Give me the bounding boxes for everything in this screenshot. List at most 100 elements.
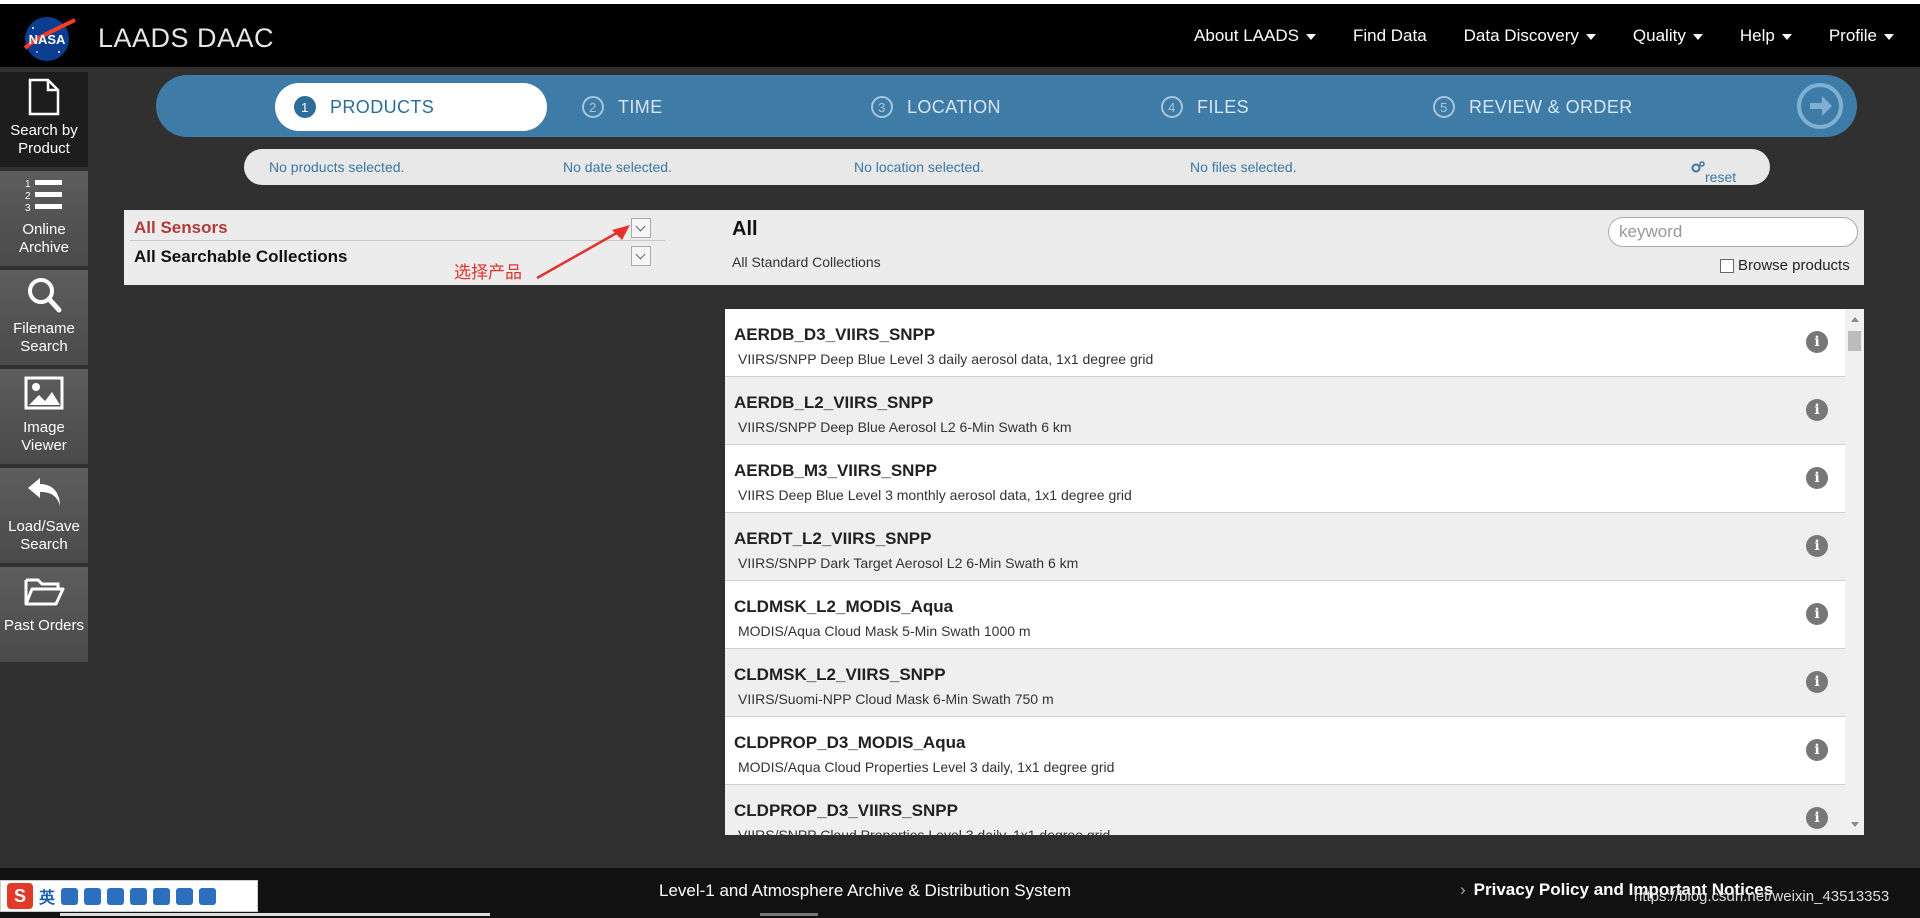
sidebar-item-search-by-product[interactable]: Search by Product (0, 72, 88, 167)
scroll-down-icon[interactable] (1851, 822, 1859, 827)
sidebar-item-image-viewer[interactable]: Image Viewer (0, 369, 88, 464)
watermark-text: https://blog.csdn.net/weixin_43513353 (1634, 888, 1890, 905)
shirt-icon[interactable] (176, 887, 194, 905)
collection-select[interactable]: All Searchable Collections (134, 247, 348, 267)
step-time[interactable]: 2 TIME (582, 83, 663, 131)
nav-quality[interactable]: Quality (1633, 26, 1703, 46)
search-icon (28, 278, 62, 313)
keyword-input[interactable] (1608, 217, 1858, 247)
wizard-steps: 1 PRODUCTS 2 TIME 3 LOCATION 4 FILES 5 R… (156, 75, 1857, 137)
punctuation-icon[interactable] (61, 887, 79, 905)
nav-about-laads[interactable]: About LAADS (1194, 26, 1316, 46)
sogou-logo-icon[interactable]: S (7, 883, 33, 909)
scroll-thumb[interactable] (1848, 331, 1861, 351)
product-name: CLDPROP_D3_MODIS_Aqua (734, 733, 966, 752)
emoji-icon[interactable] (84, 887, 102, 905)
product-row[interactable]: CLDMSK_L2_MODIS_Aqua MODIS/Aqua Cloud Ma… (725, 581, 1845, 649)
left-sidebar: Search by Product 123 Online Archive Fil… (0, 72, 88, 666)
info-icon[interactable]: i (1806, 399, 1828, 421)
sidebar-item-label: Image Viewer (21, 419, 67, 454)
nav-data-discovery[interactable]: Data Discovery (1464, 26, 1596, 46)
product-name: AERDT_L2_VIIRS_SNPP (734, 529, 932, 548)
step-review-order[interactable]: 5 REVIEW & ORDER (1433, 83, 1633, 131)
collection-subtitle: All Standard Collections (732, 254, 881, 270)
caret-down-icon (1305, 33, 1316, 40)
sidebar-item-past-orders[interactable]: Past Orders (0, 567, 88, 662)
sidebar-item-online-archive[interactable]: 123 Online Archive (0, 171, 88, 266)
product-name: AERDB_L2_VIIRS_SNPP (734, 393, 934, 412)
ime-toolbar: S 英 (0, 880, 258, 912)
sidebar-item-label: Filename Search (13, 320, 75, 355)
browse-products-toggle[interactable]: Browse products (1720, 257, 1850, 274)
product-name: AERDB_M3_VIIRS_SNPP (734, 461, 938, 480)
nav-profile[interactable]: Profile (1829, 26, 1894, 46)
product-description: VIIRS Deep Blue Level 3 monthly aerosol … (738, 487, 1132, 503)
product-row[interactable]: AERDB_L2_VIIRS_SNPP VIIRS/SNPP Deep Blue… (725, 377, 1845, 445)
product-list: AERDB_D3_VIIRS_SNPP VIIRS/SNPP Deep Blue… (725, 309, 1845, 835)
product-list-scrollbar[interactable] (1845, 309, 1864, 835)
arrow-right-icon (1810, 96, 1832, 116)
numbered-list-icon: 123 (25, 179, 62, 214)
product-row[interactable]: AERDT_L2_VIIRS_SNPP VIIRS/SNPP Dark Targ… (725, 513, 1845, 581)
keyboard-icon[interactable] (130, 887, 148, 905)
main-menu: About LAADS Find Data Data Discovery Qua… (1157, 26, 1894, 46)
caret-down-icon (1585, 33, 1596, 40)
microphone-icon[interactable] (107, 887, 125, 905)
info-icon[interactable]: i (1806, 603, 1828, 625)
brand-title[interactable]: LAADS DAAC (98, 23, 274, 54)
gears-icon (1691, 161, 1705, 173)
step-number: 3 (871, 96, 893, 118)
product-description: VIIRS/SNPP Dark Target Aerosol L2 6-Min … (738, 555, 1079, 571)
step-label: REVIEW & ORDER (1469, 96, 1633, 117)
selection-summary: No products selected. No date selected. … (244, 149, 1770, 185)
product-description: VIIRS/SNPP Deep Blue Aerosol L2 6-Min Sw… (738, 419, 1072, 435)
step-location[interactable]: 3 LOCATION (871, 83, 1001, 131)
info-icon[interactable]: i (1806, 331, 1828, 353)
info-icon[interactable]: i (1806, 535, 1828, 557)
nasa-logo-icon[interactable]: NASA (21, 14, 77, 64)
product-row[interactable]: CLDMSK_L2_VIIRS_SNPP VIIRS/Suomi-NPP Clo… (725, 649, 1845, 717)
reset-link[interactable]: reset (1691, 159, 1736, 185)
next-step-button[interactable] (1797, 83, 1843, 129)
info-icon[interactable]: i (1806, 671, 1828, 693)
scroll-up-icon[interactable] (1851, 317, 1859, 322)
step-number: 5 (1433, 96, 1455, 118)
ime-language-toggle[interactable]: 英 (39, 884, 55, 908)
summary-date: No date selected. (563, 159, 672, 175)
caret-down-icon (1692, 33, 1703, 40)
svg-text:1: 1 (25, 179, 31, 190)
info-icon[interactable]: i (1806, 467, 1828, 489)
product-row[interactable]: CLDPROP_D3_VIIRS_SNPP VIIRS/SNPP Cloud P… (725, 785, 1845, 835)
summary-location: No location selected. (854, 159, 984, 175)
sensor-select[interactable]: All Sensors (134, 218, 228, 238)
product-name: CLDMSK_L2_VIIRS_SNPP (734, 665, 946, 684)
svg-text:3: 3 (25, 203, 31, 214)
collection-dropdown-button[interactable] (631, 246, 651, 266)
taskbar-strip (60, 913, 490, 916)
info-icon[interactable]: i (1806, 739, 1828, 761)
browse-products-label: Browse products (1738, 257, 1850, 274)
step-files[interactable]: 4 FILES (1161, 83, 1249, 131)
caret-down-icon (1781, 33, 1792, 40)
user-icon[interactable] (153, 887, 171, 905)
info-icon[interactable]: i (1806, 807, 1828, 829)
summary-files: No files selected. (1190, 159, 1297, 175)
document-icon (28, 78, 60, 116)
product-description: VIIRS/Suomi-NPP Cloud Mask 6-Min Swath 7… (738, 691, 1054, 707)
product-row[interactable]: AERDB_M3_VIIRS_SNPP VIIRS Deep Blue Leve… (725, 445, 1845, 513)
nav-find-data[interactable]: Find Data (1353, 26, 1427, 46)
sensor-dropdown-button[interactable] (631, 218, 651, 238)
product-row[interactable]: CLDPROP_D3_MODIS_Aqua MODIS/Aqua Cloud P… (725, 717, 1845, 785)
step-number: 2 (582, 96, 604, 118)
annotation-arrow-icon (536, 225, 630, 280)
sidebar-item-filename-search[interactable]: Filename Search (0, 270, 88, 365)
svg-text:NASA: NASA (29, 32, 66, 47)
grid-icon[interactable] (199, 887, 217, 905)
image-icon (24, 376, 64, 410)
nav-help[interactable]: Help (1740, 26, 1792, 46)
step-number: 4 (1161, 96, 1183, 118)
step-products[interactable]: 1 PRODUCTS (275, 83, 547, 131)
product-row[interactable]: AERDB_D3_VIIRS_SNPP VIIRS/SNPP Deep Blue… (725, 309, 1845, 377)
browse-products-checkbox[interactable] (1720, 258, 1734, 273)
sidebar-item-load-save-search[interactable]: Load/Save Search (0, 468, 88, 563)
